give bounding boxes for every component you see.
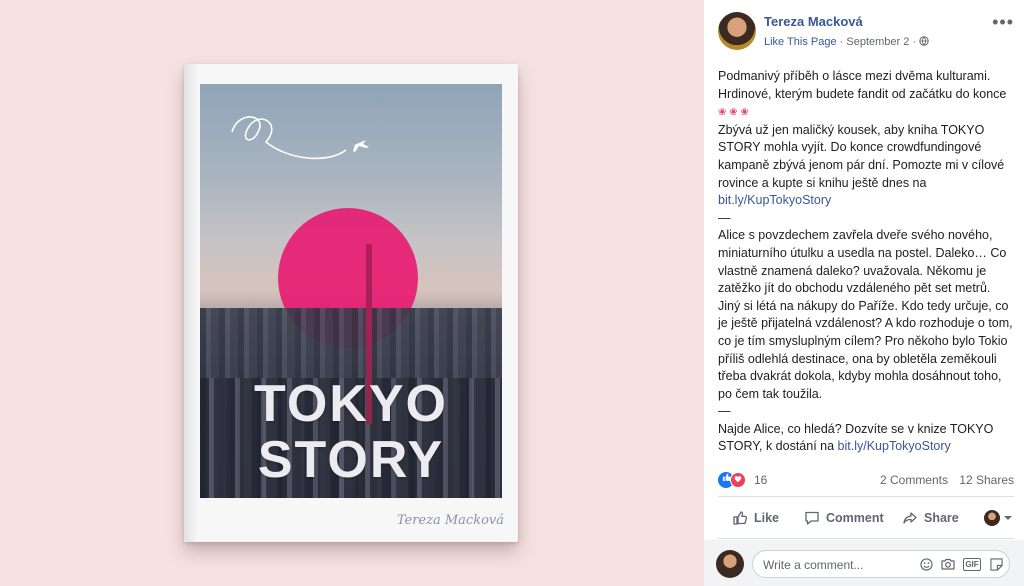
post-paragraph-1: Podmanivý příběh o lásce mezi dvěma kult… [718, 68, 1014, 122]
comment-input[interactable]: Write a comment... GIF [752, 550, 1010, 578]
comment-placeholder: Write a comment... [763, 558, 864, 572]
post-as-selector[interactable] [984, 510, 1012, 526]
facebook-post: Tereza Macková Like This Page · Septembe… [704, 0, 1024, 586]
comment-bubble-icon [805, 511, 819, 525]
shop-link-2[interactable]: bit.ly/KupTokyoStory [838, 439, 951, 453]
book-spine [184, 64, 198, 542]
like-button[interactable]: Like [732, 510, 779, 526]
comment-button[interactable]: Comment [804, 510, 884, 526]
thumbs-up-icon [733, 511, 748, 525]
heart-plane-doodle-icon [231, 116, 369, 160]
book-mockup: TOKYO STORY Tereza Macková [184, 64, 518, 542]
share-button[interactable]: Share [902, 510, 959, 526]
author-avatar[interactable] [718, 12, 756, 50]
comment-tools: GIF [919, 557, 1003, 571]
paragraph-2-text: Zbývá už jen maličký kousek, aby kniha T… [718, 122, 1005, 190]
reaction-counts: 16 2 Comments 12 Shares [718, 472, 1014, 490]
cover-title-line1: TOKYO [254, 375, 448, 433]
dash-separator-1: — [718, 210, 731, 225]
book-author: Tereza Macková [396, 513, 504, 528]
sticker-icon[interactable] [989, 557, 1003, 571]
gif-icon[interactable]: GIF [963, 558, 981, 571]
camera-icon[interactable] [941, 557, 955, 571]
like-label: Like [754, 511, 780, 525]
post-header: Tereza Macková Like This Page · Septembe… [704, 0, 1024, 60]
background-panel: TOKYO STORY Tereza Macková [0, 0, 704, 586]
meta-separator: · [839, 36, 844, 48]
share-arrow-icon [903, 512, 917, 524]
comment-composer: Write a comment... GIF [704, 540, 1024, 586]
love-reaction-icon[interactable] [730, 472, 746, 488]
like-page-link[interactable]: Like This Page [764, 36, 837, 48]
post-meta: Like This Page · September 2 · [764, 36, 929, 48]
post-paragraph-2: Zbývá už jen maličký kousek, aby kniha T… [718, 122, 1014, 210]
paragraph-1-text: Podmanivý příběh o lásce mezi dvěma kult… [718, 69, 1007, 101]
shares-count[interactable]: 12 Shares [959, 473, 1014, 487]
author-name[interactable]: Tereza Macková [764, 14, 863, 29]
globe-icon [919, 36, 929, 48]
more-options-icon[interactable]: ••• [992, 12, 1014, 33]
dash-separator-2: — [718, 404, 731, 419]
comments-count[interactable]: 2 Comments [880, 473, 948, 487]
commenter-avatar [716, 550, 744, 578]
meta-separator-2: · [912, 36, 917, 48]
post-paragraph-3: Alice s povzdechem zavřela dveře svého n… [718, 228, 1013, 401]
shop-link-1[interactable]: bit.ly/KupTokyoStory [718, 193, 831, 207]
profile-avatar [984, 510, 1000, 526]
comment-label: Comment [826, 511, 884, 525]
post-paragraph-4: Najde Alice, co hledá? Dozvíte se v kniz… [718, 421, 1014, 456]
book-cover-image: TOKYO STORY [200, 84, 502, 498]
chevron-down-icon [1004, 516, 1012, 520]
emoji-icon[interactable] [919, 557, 933, 571]
cover-title-line2: STORY [257, 431, 445, 489]
post-actions: Like Comment Share [718, 506, 1014, 532]
divider-top [718, 496, 1014, 497]
reaction-count[interactable]: 16 [754, 473, 767, 487]
share-label: Share [924, 511, 959, 525]
post-body: Podmanivý příběh o lásce mezi dvěma kult… [718, 68, 1014, 456]
flower-emoji-icon: ❀ ❀ ❀ [718, 107, 749, 119]
post-date[interactable]: September 2 [846, 36, 909, 48]
divider-bottom [718, 538, 1014, 539]
